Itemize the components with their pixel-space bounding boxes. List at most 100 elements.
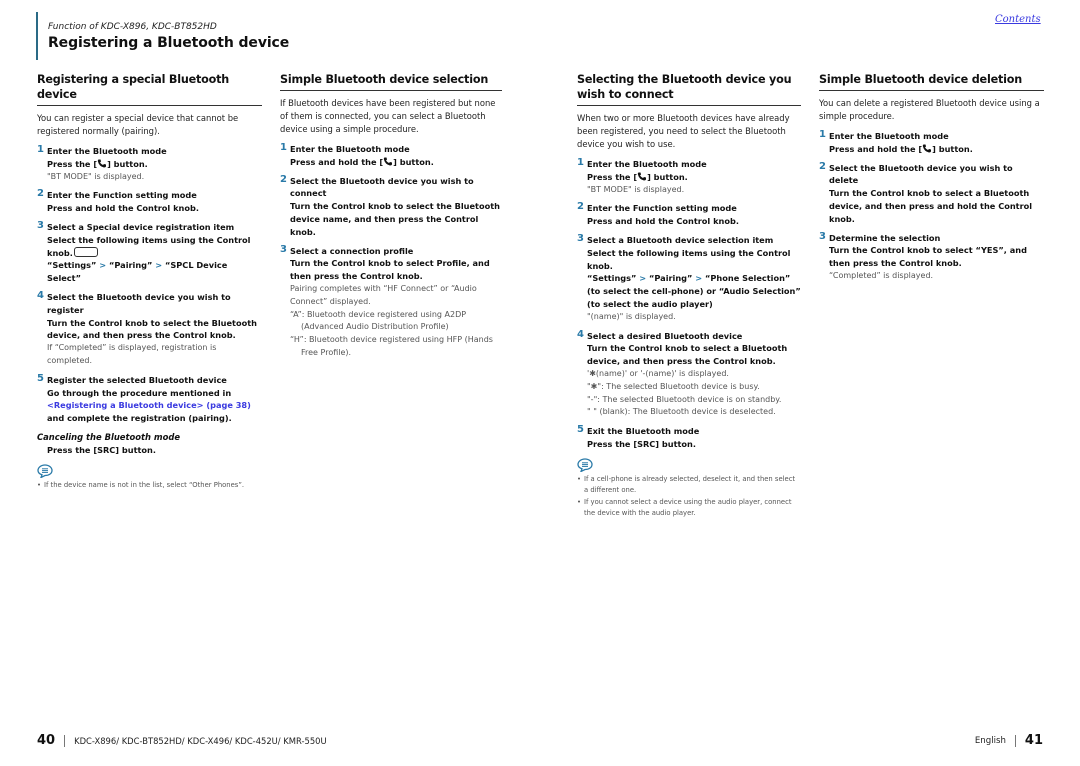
step-instruction: Select the following items using the Con… xyxy=(587,247,791,271)
step-title: Determine the selection xyxy=(829,232,941,243)
section-simple-device-selection: Simple Bluetooth device selection If Blu… xyxy=(280,72,502,366)
step-number: 3 xyxy=(37,219,44,231)
menu-path-item: “Settings” xyxy=(47,260,97,271)
step-instruction: Select the following items using the Con… xyxy=(47,234,262,260)
page-title: Registering a Bluetooth device xyxy=(48,35,290,51)
step-title: Select a Bluetooth device selection item xyxy=(587,234,774,245)
page-number-right: 41 xyxy=(1024,733,1043,748)
step-instruction: Turn the Control knob to select a Blueto… xyxy=(587,343,788,367)
step-1: 1 Enter the Bluetooth mode Press and hol… xyxy=(280,142,502,169)
note-icon xyxy=(577,458,593,472)
step-number: 1 xyxy=(819,129,826,140)
step-title: Select a connection profile xyxy=(290,245,414,256)
chevron-right-icon: > xyxy=(99,260,107,271)
step-4: 4 Select the Bluetooth device you wish t… xyxy=(37,289,262,368)
step-3: 3 Determine the selection Turn the Contr… xyxy=(819,231,1044,283)
phone-icon xyxy=(97,159,107,168)
step-title: Enter the Function setting mode xyxy=(47,190,197,201)
step-title: Select a desired Bluetooth device xyxy=(587,330,743,341)
contents-link[interactable]: Contents xyxy=(995,14,1041,25)
step-number: 3 xyxy=(280,243,287,255)
step-instruction: Press the [] button. xyxy=(587,171,801,184)
page-reference-link[interactable]: <Registering a Bluetooth device> (page 3… xyxy=(47,399,262,412)
step-1: 1 Enter the Bluetooth mode Press the [] … xyxy=(577,157,801,196)
step-instruction: Turn the Control knob to select Profile,… xyxy=(290,258,490,282)
step-title: Enter the Bluetooth mode xyxy=(47,146,167,156)
phone-icon xyxy=(922,144,932,153)
step-1: 1 Enter the Bluetooth mode Press and hol… xyxy=(819,129,1044,156)
step-3: 3 Select a Bluetooth device selection it… xyxy=(577,232,801,324)
model-list: KDC-X896/ KDC-BT852HD/ KDC-X496/ KDC-452… xyxy=(74,735,327,746)
menu-path: “Settings” > “Pairing” > “SPCL Device Se… xyxy=(47,259,262,285)
step-instruction: Press the [] button. xyxy=(47,158,262,171)
step-title: Select the Bluetooth device you wish to … xyxy=(290,175,474,199)
note-bullet: If a cell-phone is already selected, des… xyxy=(577,474,801,497)
section-intro: If Bluetooth devices have been registere… xyxy=(280,98,496,134)
footer-divider xyxy=(64,734,66,747)
step-number: 1 xyxy=(577,157,584,168)
section-intro: When two or more Bluetooth devices have … xyxy=(577,113,790,149)
note-bullet: If the device name is not in the list, s… xyxy=(37,480,262,492)
step-2: 2 Enter the Function setting mode Press … xyxy=(577,201,801,228)
section-title: Selecting the Bluetooth device you wish … xyxy=(577,72,801,106)
step-2: 2 Enter the Function setting mode Press … xyxy=(37,188,262,215)
footer-right: English 41 xyxy=(975,733,1043,748)
step-title: Select a Special device registration ite… xyxy=(47,221,235,232)
step-instruction: Press and hold the Control knob. xyxy=(47,203,199,214)
function-of-label: Function of KDC-X896, KDC-BT852HD xyxy=(48,22,217,32)
step-instruction: Press and hold the Control knob. xyxy=(587,216,739,227)
phone-icon xyxy=(637,172,647,181)
footer-divider xyxy=(1014,734,1016,747)
instr-text: ] button. xyxy=(647,171,688,182)
step-instruction: Turn the Control knob to select the Blue… xyxy=(290,201,500,237)
step-number: 3 xyxy=(577,232,584,244)
instr-text: ] button. xyxy=(393,156,434,167)
step-3: 3 Select a Special device registration i… xyxy=(37,219,262,285)
step-number: 2 xyxy=(819,160,826,172)
note-bullet: If you cannot select a device using the … xyxy=(577,497,801,520)
cancel-title: Canceling the Bluetooth mode xyxy=(37,431,181,442)
step-note: "BT MODE" is displayed. xyxy=(587,184,685,194)
menu-path: “Settings” > “Pairing” > “Phone Selectio… xyxy=(587,272,801,310)
section-title: Simple Bluetooth device selection xyxy=(280,72,502,91)
step-note: "-": The selected Bluetooth device is on… xyxy=(587,394,782,404)
step-title: Enter the Function setting mode xyxy=(587,203,737,214)
step-number: 1 xyxy=(280,142,287,153)
chevron-right-icon: > xyxy=(695,273,703,284)
step-number: 5 xyxy=(577,424,584,436)
step-instruction: Turn the Control knob to select the Blue… xyxy=(47,317,257,341)
section-register-special-device: Registering a special Bluetooth device Y… xyxy=(37,72,262,491)
step-instruction: Go through the procedure mentioned in xyxy=(47,387,232,398)
section-intro: You can register a special device that c… xyxy=(37,113,239,136)
note-icon xyxy=(37,464,53,478)
section-simple-device-deletion: Simple Bluetooth device deletion You can… xyxy=(819,72,1044,289)
step-5: 5 Exit the Bluetooth mode Press the [SRC… xyxy=(577,424,801,451)
menu-path-item: “Pairing” xyxy=(649,273,693,284)
control-knob-icon xyxy=(73,246,98,257)
step-note: If “Completed” is displayed, registratio… xyxy=(47,343,217,365)
step-number: 2 xyxy=(37,188,44,200)
step-instruction: Turn the Control knob to select a Blueto… xyxy=(829,188,1033,224)
step-title: Enter the Bluetooth mode xyxy=(829,131,949,141)
cancel-instruction: Press the [SRC] button. xyxy=(47,444,156,455)
step-note: Pairing completes with “HF Connect” or “… xyxy=(290,283,477,306)
menu-path-item: “Pairing” xyxy=(109,260,153,271)
step-note: “H”: Bluetooth device registered using H… xyxy=(290,335,493,357)
footer-left: 40 KDC-X896/ KDC-BT852HD/ KDC-X496/ KDC-… xyxy=(37,733,327,748)
step-note: "✱": The selected Bluetooth device is bu… xyxy=(587,381,760,391)
step-note: " " (blank): The Bluetooth device is des… xyxy=(587,407,776,417)
step-2: 2 Select the Bluetooth device you wish t… xyxy=(819,160,1044,226)
step-number: 4 xyxy=(577,328,584,340)
step-number: 2 xyxy=(280,173,287,185)
phone-icon xyxy=(383,157,393,166)
step-instruction: Press the [SRC] button. xyxy=(587,438,696,449)
chevron-right-icon: > xyxy=(155,260,163,271)
step-instruction: Turn the Control knob to select “YES”, a… xyxy=(829,245,1027,269)
instr-text: Press the [ xyxy=(47,158,98,169)
step-note: '✱(name)' or '-(name)' is displayed. xyxy=(587,368,729,378)
step-instruction: Press and hold the [] button. xyxy=(829,143,1044,156)
step-note: "(name)" is displayed. xyxy=(587,311,676,321)
instr-text: Press and hold the [ xyxy=(290,156,384,167)
step-number: 4 xyxy=(37,289,44,301)
header-accent-bar xyxy=(36,12,38,60)
